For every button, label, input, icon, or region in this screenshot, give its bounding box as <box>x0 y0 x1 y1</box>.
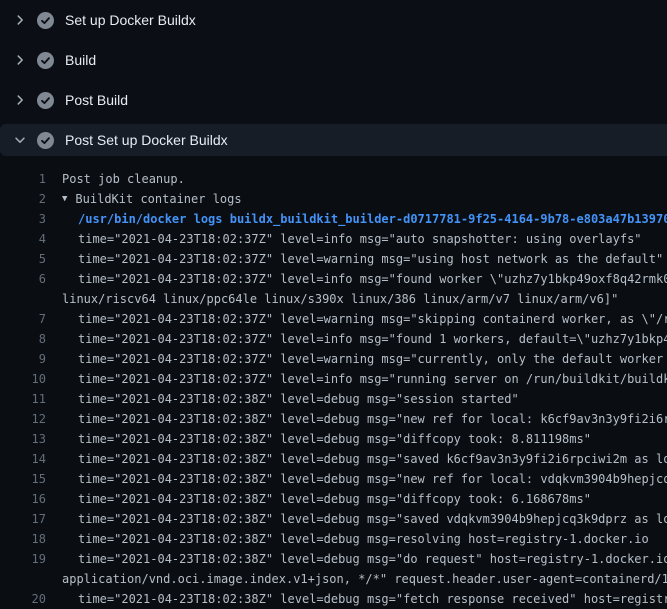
log-line-number[interactable]: 11 <box>0 389 46 409</box>
log-line-number[interactable]: 6 <box>0 269 46 289</box>
log-line-text: time="2021-04-23T18:02:38Z" level=debug … <box>78 589 667 609</box>
log-line-text: time="2021-04-23T18:02:37Z" level=info m… <box>78 329 667 349</box>
log-line-number[interactable]: 16 <box>0 489 46 509</box>
log-line-text: time="2021-04-23T18:02:38Z" level=debug … <box>78 469 667 489</box>
log-line-number[interactable]: 3 <box>0 209 46 229</box>
log-line-text: Post job cleanup. <box>62 169 185 189</box>
step-label: Post Set up Docker Buildx <box>65 130 228 150</box>
log-line: 8 time="2021-04-23T18:02:37Z" level=info… <box>0 329 667 349</box>
step-label: Set up Docker Buildx <box>65 10 196 30</box>
log-line-text: time="2021-04-23T18:02:38Z" level=debug … <box>78 429 591 449</box>
check-circle-icon <box>37 52 54 69</box>
chevron-right-icon <box>12 12 28 28</box>
log-line-number[interactable]: 19 <box>0 549 46 569</box>
check-circle-icon <box>37 92 54 109</box>
collapsed-steps: Set up Docker Buildx Build P <box>0 0 667 120</box>
log-line: 17 time="2021-04-23T18:02:38Z" level=deb… <box>0 509 667 529</box>
step-row[interactable]: Build <box>0 40 667 80</box>
log-line-number[interactable] <box>0 569 46 589</box>
log-line: 4 time="2021-04-23T18:02:37Z" level=info… <box>0 229 667 249</box>
log-line: 15 time="2021-04-23T18:02:38Z" level=deb… <box>0 469 667 489</box>
log-line-text: time="2021-04-23T18:02:38Z" level=debug … <box>78 529 649 549</box>
check-circle-icon <box>37 132 54 149</box>
log-line: 14 time="2021-04-23T18:02:38Z" level=deb… <box>0 449 667 469</box>
log-line: 19 time="2021-04-23T18:02:38Z" level=deb… <box>0 549 667 569</box>
log-line-text: ▼ BuildKit container logs <box>62 189 242 209</box>
log-group-toggle-icon[interactable]: ▼ <box>62 189 67 209</box>
log-line-text: time="2021-04-23T18:02:38Z" level=debug … <box>78 409 667 429</box>
log-line: 12 time="2021-04-23T18:02:38Z" level=deb… <box>0 409 667 429</box>
steps-list: Set up Docker Buildx Build P <box>0 0 667 156</box>
log-line-text: /usr/bin/docker logs buildx_buildkit_bui… <box>78 209 667 229</box>
log-line-number[interactable]: 1 <box>0 169 46 189</box>
step-label: Build <box>65 50 96 70</box>
log-line-number[interactable]: 18 <box>0 529 46 549</box>
chevron-right-icon <box>12 92 28 108</box>
step-label: Post Build <box>65 90 128 110</box>
log-line-number[interactable] <box>0 289 46 309</box>
log-line: 20 time="2021-04-23T18:02:38Z" level=deb… <box>0 589 667 609</box>
log-line: linux/riscv64 linux/ppc64le linux/s390x … <box>0 289 667 309</box>
log-line: 11 time="2021-04-23T18:02:38Z" level=deb… <box>0 389 667 409</box>
log-line: 13 time="2021-04-23T18:02:38Z" level=deb… <box>0 429 667 449</box>
log-line-text: time="2021-04-23T18:02:38Z" level=debug … <box>78 509 667 529</box>
log-line-text: time="2021-04-23T18:02:37Z" level=warnin… <box>78 249 663 269</box>
log-line-text: time="2021-04-23T18:02:38Z" level=debug … <box>78 389 519 409</box>
check-circle-icon <box>37 12 54 29</box>
chevron-down-icon <box>12 132 28 148</box>
log-line: 7 time="2021-04-23T18:02:37Z" level=warn… <box>0 309 667 329</box>
log-line-text: time="2021-04-23T18:02:37Z" level=info m… <box>78 269 667 289</box>
log-line: 5 time="2021-04-23T18:02:37Z" level=warn… <box>0 249 667 269</box>
log-line: 6 time="2021-04-23T18:02:37Z" level=info… <box>0 269 667 289</box>
log-line: 10 time="2021-04-23T18:02:37Z" level=inf… <box>0 369 667 389</box>
log-line-number[interactable]: 13 <box>0 429 46 449</box>
log-line-text: application/vnd.oci.image.index.v1+json,… <box>62 569 667 589</box>
log-line-text: time="2021-04-23T18:02:38Z" level=debug … <box>78 549 667 569</box>
log-line-number[interactable]: 12 <box>0 409 46 429</box>
log-line: 9 time="2021-04-23T18:02:37Z" level=warn… <box>0 349 667 369</box>
log-line-number[interactable]: 10 <box>0 369 46 389</box>
log-line-text: time="2021-04-23T18:02:37Z" level=info m… <box>78 369 667 389</box>
log-line-number[interactable]: 14 <box>0 449 46 469</box>
log-line: 16 time="2021-04-23T18:02:38Z" level=deb… <box>0 489 667 509</box>
log-line: 2 ▼ BuildKit container logs <box>0 189 667 209</box>
log-line-number[interactable]: 15 <box>0 469 46 489</box>
step-row[interactable]: Set up Docker Buildx <box>0 0 667 40</box>
log-line-text: time="2021-04-23T18:02:37Z" level=warnin… <box>78 309 667 329</box>
log-line-number[interactable]: 2 <box>0 189 46 209</box>
log-line-number[interactable]: 4 <box>0 229 46 249</box>
log-line-text: time="2021-04-23T18:02:37Z" level=info m… <box>78 229 642 249</box>
log-line-text: time="2021-04-23T18:02:38Z" level=debug … <box>78 449 667 469</box>
log-line-number[interactable]: 9 <box>0 349 46 369</box>
log-line: 3 /usr/bin/docker logs buildx_buildkit_b… <box>0 209 667 229</box>
step-row[interactable]: Post Build <box>0 80 667 120</box>
log-line-text: time="2021-04-23T18:02:38Z" level=debug … <box>78 489 591 509</box>
log-line-number[interactable]: 20 <box>0 589 46 609</box>
log-line-number[interactable]: 8 <box>0 329 46 349</box>
log-line-number[interactable]: 5 <box>0 249 46 269</box>
log-line-number[interactable]: 7 <box>0 309 46 329</box>
log-line-text: time="2021-04-23T18:02:37Z" level=warnin… <box>78 349 667 369</box>
log-line: application/vnd.oci.image.index.v1+json,… <box>0 569 667 589</box>
step-row-expanded[interactable]: Post Set up Docker Buildx <box>0 124 667 156</box>
log-line: 18 time="2021-04-23T18:02:38Z" level=deb… <box>0 529 667 549</box>
log-line-text: linux/riscv64 linux/ppc64le linux/s390x … <box>62 289 618 309</box>
log-line: 1 Post job cleanup. <box>0 169 667 189</box>
chevron-right-icon <box>12 52 28 68</box>
log-viewer: 1 Post job cleanup. 2 ▼ BuildKit contain… <box>0 156 667 609</box>
log-line-number[interactable]: 17 <box>0 509 46 529</box>
